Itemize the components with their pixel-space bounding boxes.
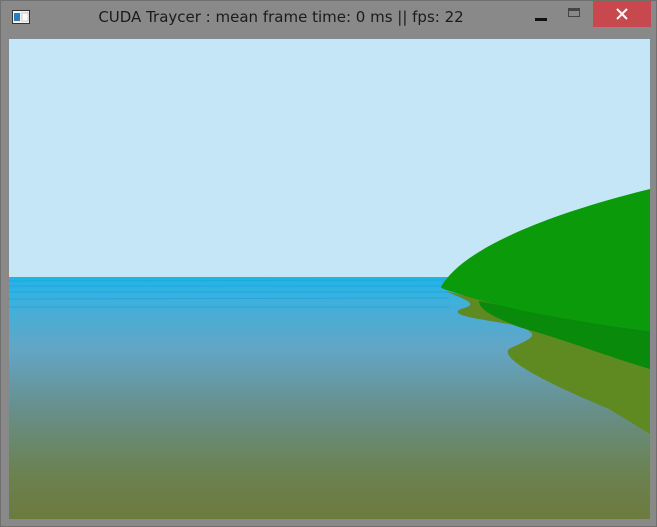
render-viewport[interactable] xyxy=(9,39,650,519)
close-button[interactable] xyxy=(593,1,651,27)
maximize-icon xyxy=(568,8,580,17)
app-window: CUDA Traycer : mean frame time: 0 ms || … xyxy=(0,0,657,527)
rendered-scene xyxy=(9,39,650,519)
minimize-button[interactable] xyxy=(526,1,556,30)
maximize-button[interactable] xyxy=(559,1,589,30)
window-title: CUDA Traycer : mean frame time: 0 ms || … xyxy=(98,8,464,26)
title-bar[interactable]: CUDA Traycer : mean frame time: 0 ms || … xyxy=(1,1,656,31)
minimize-icon xyxy=(535,18,547,21)
close-icon xyxy=(616,8,628,20)
